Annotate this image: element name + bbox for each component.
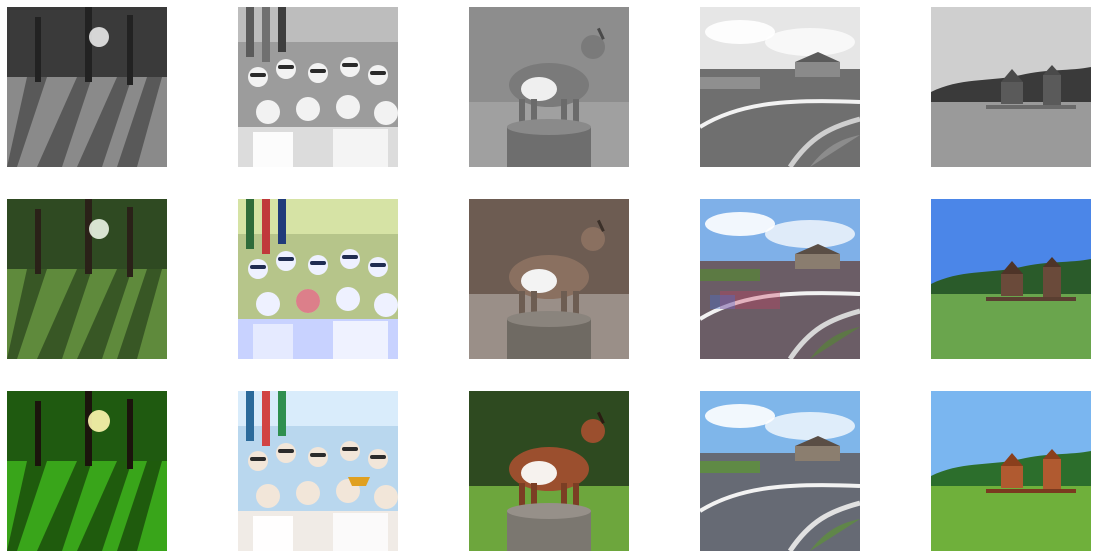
forest-colorized-image bbox=[7, 199, 167, 359]
playground-reference-image bbox=[931, 391, 1091, 551]
forest-grayscale-svg bbox=[7, 7, 167, 167]
goat-reference-svg bbox=[469, 391, 629, 551]
street-colorized-image bbox=[700, 199, 860, 359]
street-reference-svg bbox=[700, 391, 860, 551]
playground-grayscale-svg bbox=[931, 7, 1091, 167]
street-reference-image bbox=[700, 391, 860, 551]
forest-reference-image bbox=[7, 391, 167, 551]
forest-colorized-svg bbox=[7, 199, 167, 359]
crowd-grayscale-svg bbox=[238, 7, 398, 167]
street-grayscale-svg bbox=[700, 7, 860, 167]
playground-grayscale-image bbox=[931, 7, 1091, 167]
goat-grayscale-image bbox=[469, 7, 629, 167]
street-grayscale-image bbox=[700, 7, 860, 167]
playground-colorized-image bbox=[931, 199, 1091, 359]
crowd-colorized-image bbox=[238, 199, 398, 359]
crowd-grayscale-image bbox=[238, 7, 398, 167]
playground-colorized-svg bbox=[931, 199, 1091, 359]
street-colorized-svg bbox=[700, 199, 860, 359]
crowd-reference-svg bbox=[238, 391, 398, 551]
image-grid bbox=[0, 0, 1097, 558]
forest-reference-svg bbox=[7, 391, 167, 551]
goat-colorized-svg bbox=[469, 199, 629, 359]
playground-reference-svg bbox=[931, 391, 1091, 551]
goat-colorized-image bbox=[469, 199, 629, 359]
goat-reference-image bbox=[469, 391, 629, 551]
goat-grayscale-svg bbox=[469, 7, 629, 167]
forest-grayscale-image bbox=[7, 7, 167, 167]
crowd-reference-image bbox=[238, 391, 398, 551]
crowd-colorized-svg bbox=[238, 199, 398, 359]
